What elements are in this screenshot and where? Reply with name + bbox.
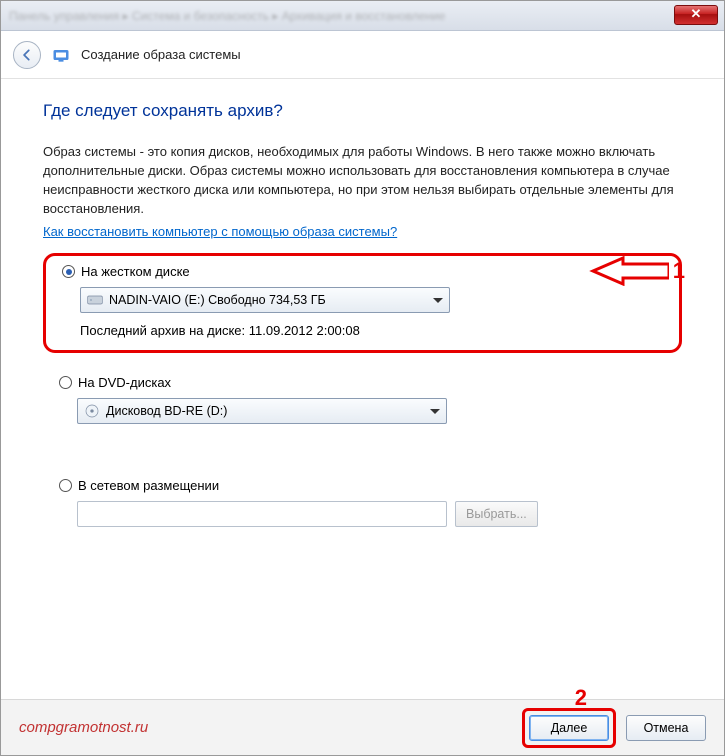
radio-network[interactable] bbox=[59, 479, 72, 492]
annotation-number-1: 1 bbox=[673, 258, 685, 284]
annotation-box-2: 2 Далее bbox=[522, 708, 616, 748]
system-image-icon bbox=[51, 45, 71, 65]
last-archive-label: Последний архив на диске: bbox=[80, 323, 245, 338]
hard-disk-selected-text: NADIN-VAIO (E:) Свободно 734,53 ГБ bbox=[109, 293, 326, 307]
titlebar: Панель управления ▸ Система и безопаснос… bbox=[1, 1, 724, 31]
close-icon: ✕ bbox=[691, 6, 702, 21]
last-archive-info: Последний архив на диске: 11.09.2012 2:0… bbox=[80, 323, 671, 338]
radio-hard-disk-label: На жестком диске bbox=[81, 264, 190, 279]
radio-hard-disk[interactable] bbox=[62, 265, 75, 278]
footer-buttons: 2 Далее Отмена bbox=[522, 708, 706, 748]
back-arrow-icon bbox=[20, 48, 34, 62]
network-path-input[interactable] bbox=[77, 501, 447, 527]
next-button[interactable]: Далее bbox=[529, 715, 609, 741]
radio-network-row[interactable]: В сетевом размещении bbox=[51, 478, 674, 493]
chevron-down-icon bbox=[433, 298, 443, 303]
cancel-button[interactable]: Отмена bbox=[626, 715, 706, 741]
network-input-row: Выбрать... bbox=[77, 501, 674, 527]
option-hard-disk: На жестком диске NADIN-VAIO (E:) Свободн… bbox=[43, 253, 682, 353]
hard-disk-dropdown[interactable]: NADIN-VAIO (E:) Свободно 734,53 ГБ bbox=[80, 287, 450, 313]
help-link[interactable]: Как восстановить компьютер с помощью обр… bbox=[43, 224, 397, 239]
back-button[interactable] bbox=[13, 41, 41, 69]
window-header: Создание образа системы bbox=[1, 31, 724, 79]
dvd-dropdown[interactable]: Дисковод BD-RE (D:) bbox=[77, 398, 447, 424]
radio-dvd[interactable] bbox=[59, 376, 72, 389]
option-network: В сетевом размещении Выбрать... bbox=[43, 470, 682, 539]
breadcrumb: Панель управления ▸ Система и безопаснос… bbox=[9, 9, 445, 23]
content-area: Где следует сохранять архив? Образ систе… bbox=[1, 79, 724, 563]
radio-dvd-row[interactable]: На DVD-дисках bbox=[51, 375, 674, 390]
dvd-selected-text: Дисковод BD-RE (D:) bbox=[106, 404, 227, 418]
chevron-down-icon bbox=[430, 409, 440, 414]
watermark: compgramotnost.ru bbox=[19, 719, 148, 736]
option-dvd: На DVD-дисках Дисковод BD-RE (D:) bbox=[43, 367, 682, 436]
radio-hard-disk-row[interactable]: На жестком диске bbox=[54, 264, 671, 279]
page-description: Образ системы - это копия дисков, необхо… bbox=[43, 143, 682, 218]
browse-button[interactable]: Выбрать... bbox=[455, 501, 538, 527]
header-title: Создание образа системы bbox=[81, 47, 241, 62]
footer: compgramotnost.ru 2 Далее Отмена bbox=[1, 699, 724, 755]
dvd-drive-icon bbox=[84, 403, 100, 419]
annotation-number-2: 2 bbox=[575, 685, 587, 711]
hard-drive-icon bbox=[87, 294, 103, 306]
close-button[interactable]: ✕ bbox=[674, 5, 718, 25]
radio-network-label: В сетевом размещении bbox=[78, 478, 219, 493]
page-question: Где следует сохранять архив? bbox=[43, 101, 682, 121]
radio-dvd-label: На DVD-дисках bbox=[78, 375, 171, 390]
last-archive-value: 11.09.2012 2:00:08 bbox=[249, 323, 360, 338]
